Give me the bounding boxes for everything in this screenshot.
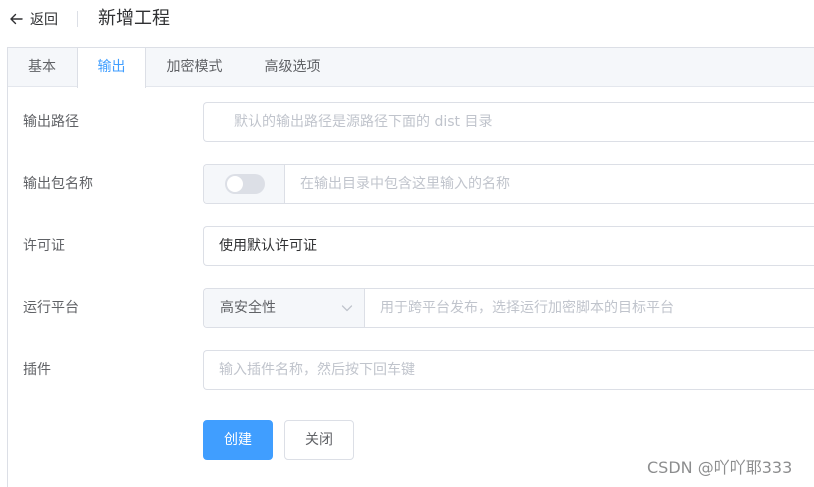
switch-knob <box>227 176 243 192</box>
output-path-label: 输出路径 <box>23 114 79 130</box>
plugins-label: 插件 <box>23 362 51 378</box>
back-button[interactable]: 返回 <box>8 9 58 29</box>
license-label: 许可证 <box>23 238 65 254</box>
platform-input-group: 高安全性 用于跨平台发布，选择运行加密脚本的目标平台 <box>203 288 814 328</box>
package-name-switch-prepend <box>204 165 285 203</box>
tab-bar: 基本 输出 加密模式 高级选项 <box>8 48 814 88</box>
platform-placeholder[interactable]: 用于跨平台发布，选择运行加密脚本的目标平台 <box>365 289 674 327</box>
tab-advanced-options[interactable]: 高级选项 <box>244 48 342 87</box>
package-name-input[interactable]: 在输出目录中包含这里输入的名称 <box>203 164 814 204</box>
tab-encryption-mode[interactable]: 加密模式 <box>146 48 244 87</box>
header-divider <box>77 11 78 27</box>
tab-basic[interactable]: 基本 <box>8 48 77 87</box>
page-title: 新增工程 <box>98 8 170 29</box>
project-form-card: 基本 输出 加密模式 高级选项 输出路径 默认的输出路径是源路径下面的 dist… <box>7 47 814 487</box>
close-button[interactable]: 关闭 <box>284 420 354 460</box>
back-label: 返回 <box>30 12 58 28</box>
package-name-switch[interactable] <box>225 174 265 194</box>
output-path-placeholder: 默认的输出路径是源路径下面的 dist 目录 <box>234 114 493 130</box>
platform-label: 运行平台 <box>23 300 79 316</box>
license-input[interactable]: 使用默认许可证 <box>203 226 814 266</box>
watermark: CSDN @吖吖耶333 <box>647 458 793 477</box>
output-path-input[interactable]: 默认的输出路径是源路径下面的 dist 目录 <box>203 102 814 142</box>
create-button[interactable]: 创建 <box>203 420 273 460</box>
package-name-label: 输出包名称 <box>23 176 93 192</box>
tab-output[interactable]: 输出 <box>77 48 146 88</box>
package-name-placeholder: 在输出目录中包含这里输入的名称 <box>300 176 510 192</box>
arrow-left-icon <box>10 13 23 25</box>
platform-select[interactable]: 高安全性 <box>204 289 365 327</box>
license-value: 使用默认许可证 <box>219 238 317 254</box>
plugins-input[interactable]: 输入插件名称，然后按下回车键 <box>203 350 814 390</box>
platform-selected-value: 高安全性 <box>220 300 276 316</box>
plugins-placeholder: 输入插件名称，然后按下回车键 <box>219 362 415 378</box>
chevron-down-icon <box>341 305 353 312</box>
page-header: 返回 新增工程 <box>0 0 814 38</box>
